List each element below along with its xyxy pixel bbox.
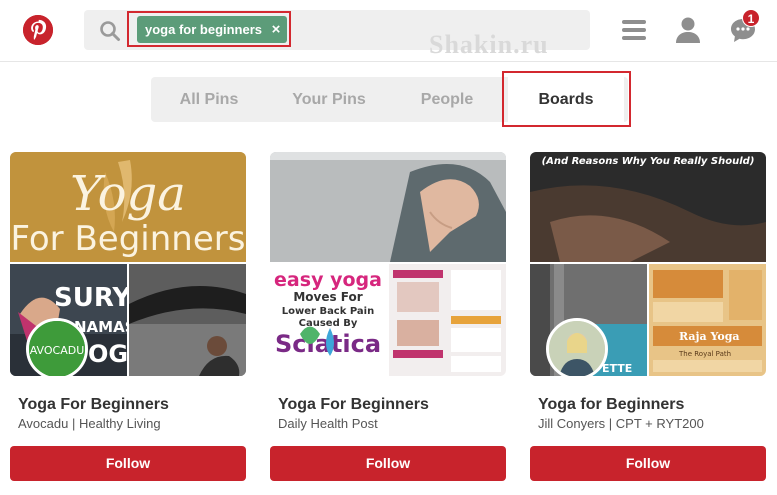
board-cover-image <box>270 152 506 262</box>
svg-text:OG: OG <box>88 340 127 368</box>
follow-button[interactable]: Follow <box>270 446 506 481</box>
tab-all-pins[interactable]: All Pins <box>161 77 257 122</box>
profile-icon[interactable] <box>675 16 701 44</box>
board-pin-thumbnail <box>389 264 506 376</box>
board-pin-thumbnail: Raja Yoga The Royal Path <box>649 264 766 376</box>
board-cover-collage[interactable]: Yoga For Beginners SURY NAMAS OG <box>10 152 246 376</box>
svg-text:easy yoga: easy yoga <box>274 269 382 291</box>
board-card[interactable]: Yoga For Beginners SURY NAMAS OG <box>10 152 246 482</box>
board-owner[interactable]: Avocadu | Healthy Living <box>18 416 161 431</box>
board-cover-image: (And Reasons Why You Really Should) <box>530 152 766 262</box>
board-pin-thumbnail <box>129 264 246 376</box>
svg-text:Raja Yoga: Raja Yoga <box>679 330 740 343</box>
board-owner-avatar[interactable] <box>546 318 608 376</box>
svg-text:Lower Back Pain: Lower Back Pain <box>282 306 374 317</box>
svg-text:SURY: SURY <box>54 283 127 313</box>
board-title[interactable]: Yoga For Beginners <box>18 396 169 414</box>
cover-title-line2: For Beginners <box>11 219 246 259</box>
notification-badge: 1 <box>742 9 760 27</box>
svg-text:The Royal Path: The Royal Path <box>678 350 731 358</box>
tab-people[interactable]: People <box>401 77 493 122</box>
board-owner[interactable]: Jill Conyers | CPT + RYT200 <box>538 416 704 431</box>
board-cover-collage[interactable]: (And Reasons Why You Really Should) ETTE… <box>530 152 766 376</box>
remove-tag-icon[interactable]: × <box>265 16 287 43</box>
boards-tab-highlight <box>502 71 631 127</box>
cover-title-line1: Yoga <box>70 166 186 222</box>
board-owner-avatar[interactable]: AVOCADU <box>26 318 88 376</box>
svg-text:AVOCADU: AVOCADU <box>30 344 85 357</box>
pinterest-logo-icon[interactable] <box>23 15 53 45</box>
board-title[interactable]: Yoga For Beginners <box>278 396 429 414</box>
tab-your-pins[interactable]: Your Pins <box>279 77 379 122</box>
board-cover-collage[interactable]: easy yoga Moves For Lower Back Pain Caus… <box>270 152 506 376</box>
search-query-tag[interactable]: yoga for beginners × <box>137 16 287 43</box>
svg-text:ETTE: ETTE <box>602 362 632 375</box>
board-card[interactable]: (And Reasons Why You Really Should) ETTE… <box>530 152 766 482</box>
follow-button[interactable]: Follow <box>10 446 246 481</box>
search-icon[interactable] <box>99 20 121 42</box>
board-cover-image: Yoga For Beginners <box>10 152 246 262</box>
board-pin-thumbnail: easy yoga Moves For Lower Back Pain Caus… <box>270 264 387 376</box>
top-bar: yoga for beginners × Shakin.ru 1 <box>0 0 777 62</box>
board-title[interactable]: Yoga for Beginners <box>538 396 684 414</box>
menu-icon[interactable] <box>622 20 646 42</box>
svg-text:Moves For: Moves For <box>293 290 362 304</box>
follow-button[interactable]: Follow <box>530 446 766 481</box>
board-card[interactable]: easy yoga Moves For Lower Back Pain Caus… <box>270 152 506 482</box>
watermark: Shakin.ru <box>429 30 549 59</box>
board-owner[interactable]: Daily Health Post <box>278 416 378 431</box>
svg-text:(And Reasons Why You Really Sh: (And Reasons Why You Really Should) <box>542 156 755 167</box>
search-query-label: yoga for beginners <box>145 22 263 37</box>
